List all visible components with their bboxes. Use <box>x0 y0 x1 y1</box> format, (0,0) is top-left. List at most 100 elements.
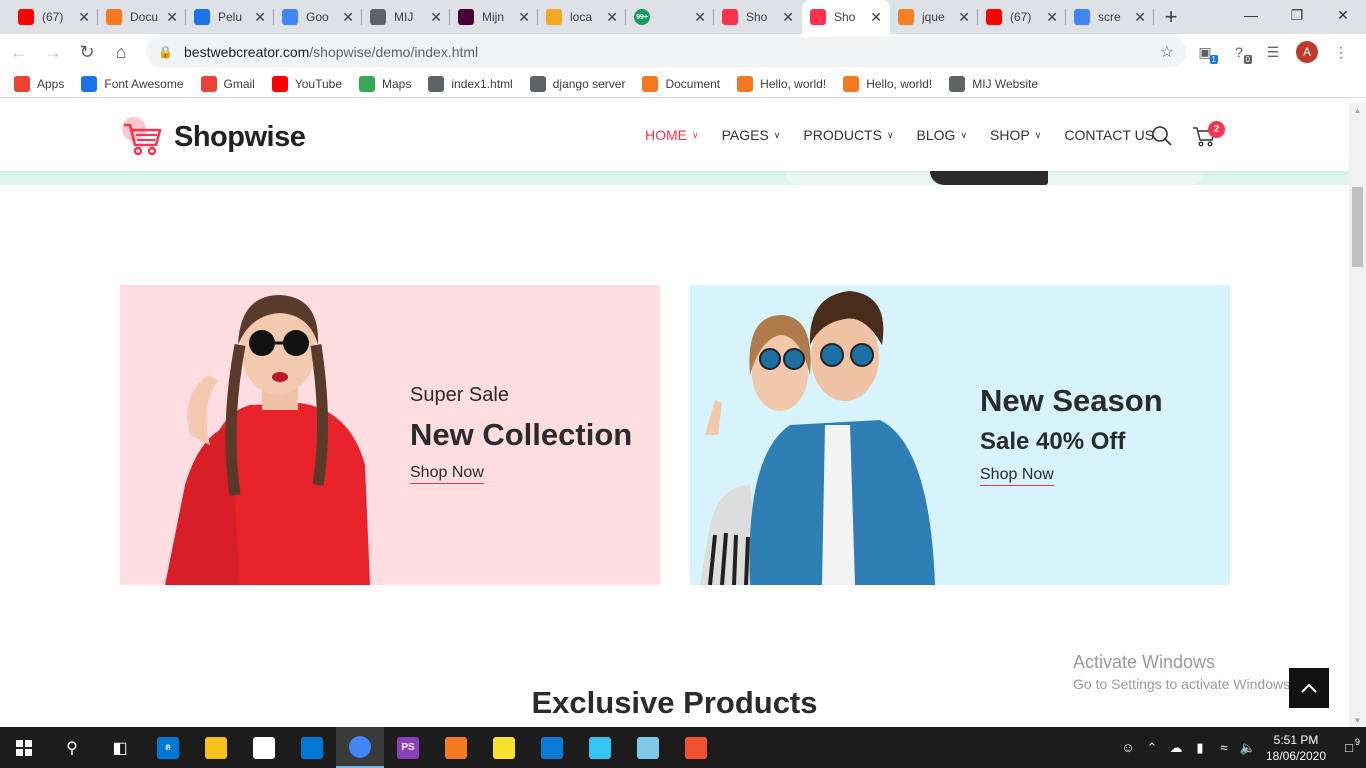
notifications-icon[interactable]: □ 9 <box>1332 737 1366 755</box>
bookmark-item[interactable]: Maps <box>359 75 411 92</box>
close-window-button[interactable]: ✕ <box>1320 0 1366 30</box>
git-icon[interactable] <box>672 727 720 768</box>
browser-tab[interactable]: MIJ ✕ <box>362 0 450 34</box>
clock[interactable]: 5:51 PM 18/06/2020 <box>1260 732 1332 764</box>
close-tab-icon[interactable]: ✕ <box>958 9 970 26</box>
profile-button[interactable]: A <box>1292 37 1322 67</box>
browser-tab[interactable]: Goo ✕ <box>274 0 362 34</box>
bookmark-item[interactable]: MIJ Website <box>949 75 1038 92</box>
close-tab-icon[interactable]: ✕ <box>1134 9 1146 26</box>
bookmark-item[interactable]: Document <box>642 75 720 92</box>
extension-help-icon[interactable]: ? 0 <box>1224 37 1254 67</box>
close-tab-icon[interactable]: ✕ <box>342 9 354 26</box>
back-button[interactable]: ← <box>4 37 34 67</box>
extension-cube-icon[interactable]: ▣ 1 <box>1190 37 1220 67</box>
phpstorm-icon[interactable]: PS <box>384 727 432 768</box>
mail-icon[interactable] <box>288 727 336 768</box>
browser-tab[interactable]: Sho ✕ <box>802 0 890 34</box>
bookmark-item[interactable]: django server <box>529 75 625 92</box>
scroll-down-arrow[interactable]: ▼ <box>1349 713 1366 727</box>
browser-tab[interactable]: (67) ✕ <box>10 0 98 34</box>
app-glyph <box>685 736 707 759</box>
slack-icon[interactable] <box>576 727 624 768</box>
bookmark-item[interactable]: Hello, world! <box>843 75 932 92</box>
file-explorer-icon[interactable] <box>192 727 240 768</box>
browser-tab[interactable]: 99+ ✕ <box>626 0 714 34</box>
back-to-top-button[interactable] <box>1289 668 1329 708</box>
close-tab-icon[interactable]: ✕ <box>518 9 530 26</box>
volume-icon[interactable]: 🔈 <box>1236 740 1260 756</box>
close-tab-icon[interactable]: ✕ <box>1046 9 1058 26</box>
store-icon[interactable] <box>240 727 288 768</box>
close-tab-icon[interactable]: ✕ <box>254 9 266 26</box>
close-tab-icon[interactable]: ✕ <box>782 9 794 26</box>
minimize-button[interactable]: — <box>1228 0 1274 30</box>
browser-tab[interactable]: Sho ✕ <box>714 0 802 34</box>
battery-icon[interactable]: ▮ <box>1188 740 1212 756</box>
browser-tab[interactable]: Pelu ✕ <box>186 0 274 34</box>
browser-tab[interactable]: scre ✕ <box>1066 0 1154 34</box>
search-icon[interactable] <box>1151 125 1173 147</box>
vscode-icon[interactable] <box>528 727 576 768</box>
bookmark-item[interactable]: Gmail <box>200 75 255 92</box>
nav-item-blog[interactable]: BLOG ∨ <box>917 127 968 143</box>
nav-item-pages[interactable]: PAGES ∨ <box>722 127 781 143</box>
browser-tab[interactable]: Docu ✕ <box>98 0 186 34</box>
bookmark-label: Hello, world! <box>760 76 827 91</box>
sticky-notes-icon[interactable] <box>480 727 528 768</box>
bookmark-item[interactable]: index1.html <box>428 75 513 92</box>
banner-new-collection[interactable]: Super Sale New Collection Shop Now <box>120 285 660 585</box>
app-icon[interactable] <box>624 727 672 768</box>
scroll-up-arrow[interactable]: ▲ <box>1349 103 1366 117</box>
shop-now-link[interactable]: Shop Now <box>410 464 484 484</box>
close-tab-icon[interactable]: ✕ <box>694 9 706 26</box>
scroll-thumb[interactable] <box>1352 187 1363 267</box>
nav-item-shop[interactable]: SHOP ∨ <box>990 127 1041 143</box>
nav-item-products[interactable]: PRODUCTS ∨ <box>803 127 893 143</box>
extension-badge: 0 <box>1243 55 1252 64</box>
menu-kebab-icon[interactable]: ⋮ <box>1326 37 1356 67</box>
browser-tab[interactable]: loca ✕ <box>538 0 626 34</box>
browser-tab[interactable]: (67) ✕ <box>978 0 1066 34</box>
close-tab-icon[interactable]: ✕ <box>606 9 618 26</box>
shop-now-link[interactable]: Shop Now <box>980 466 1054 486</box>
chrome-icon[interactable] <box>336 727 384 768</box>
onedrive-cloud-icon[interactable]: ☁ <box>1164 740 1188 756</box>
nav-label: PRODUCTS <box>803 127 882 143</box>
close-tab-icon[interactable]: ✕ <box>78 9 90 26</box>
close-tab-icon[interactable]: ✕ <box>166 9 178 26</box>
forward-button[interactable]: → <box>38 37 68 67</box>
maximize-button[interactable]: ❐ <box>1274 0 1320 30</box>
nav-item-home[interactable]: HOME ∨ <box>645 127 699 143</box>
nav-label: CONTACT US <box>1064 127 1155 143</box>
bookmark-item[interactable]: YouTube <box>271 75 342 92</box>
banner-new-season[interactable]: New Season Sale 40% Off Shop Now <box>690 285 1230 585</box>
close-tab-icon[interactable]: ✕ <box>430 9 442 26</box>
media-queue-icon[interactable]: ☰ <box>1258 37 1288 67</box>
search-icon[interactable]: ⚲ <box>48 727 96 768</box>
chevron-up-icon[interactable]: ⌃ <box>1140 740 1164 756</box>
browser-tab[interactable]: jque ✕ <box>890 0 978 34</box>
close-tab-icon[interactable]: ✕ <box>870 9 882 26</box>
address-bar[interactable]: 🔒 bestwebcreator.com/shopwise/demo/index… <box>146 37 1186 67</box>
start-windows-icon[interactable] <box>0 727 48 768</box>
nav-item-contact-us[interactable]: CONTACT US <box>1064 127 1154 143</box>
people-icon[interactable]: ☺ <box>1116 740 1140 755</box>
bookmark-item[interactable]: Font Awesome <box>81 75 184 92</box>
page-scrollbar[interactable]: ▲ ▼ <box>1349 103 1366 727</box>
edge-icon[interactable]: e <box>144 727 192 768</box>
home-button[interactable]: ⌂ <box>106 37 136 67</box>
bookmark-item[interactable]: Hello, world! <box>737 75 827 92</box>
bookmark-star-icon[interactable]: ☆ <box>1160 42 1174 62</box>
new-tab-button[interactable]: + <box>1154 0 1188 34</box>
xampp-icon[interactable] <box>432 727 480 768</box>
flag-icon <box>81 75 98 92</box>
url-text: bestwebcreator.com/shopwise/demo/index.h… <box>184 44 479 60</box>
task-view-icon[interactable]: ◧ <box>96 727 144 768</box>
reload-button[interactable]: ↻ <box>72 37 102 67</box>
bookmark-item[interactable]: Apps <box>14 75 64 92</box>
chevron-down-icon: ∨ <box>1034 129 1042 140</box>
site-logo[interactable]: Shopwise <box>120 115 306 159</box>
browser-tab[interactable]: Mijn ✕ <box>450 0 538 34</box>
wifi-icon[interactable]: ≈ <box>1212 740 1236 755</box>
